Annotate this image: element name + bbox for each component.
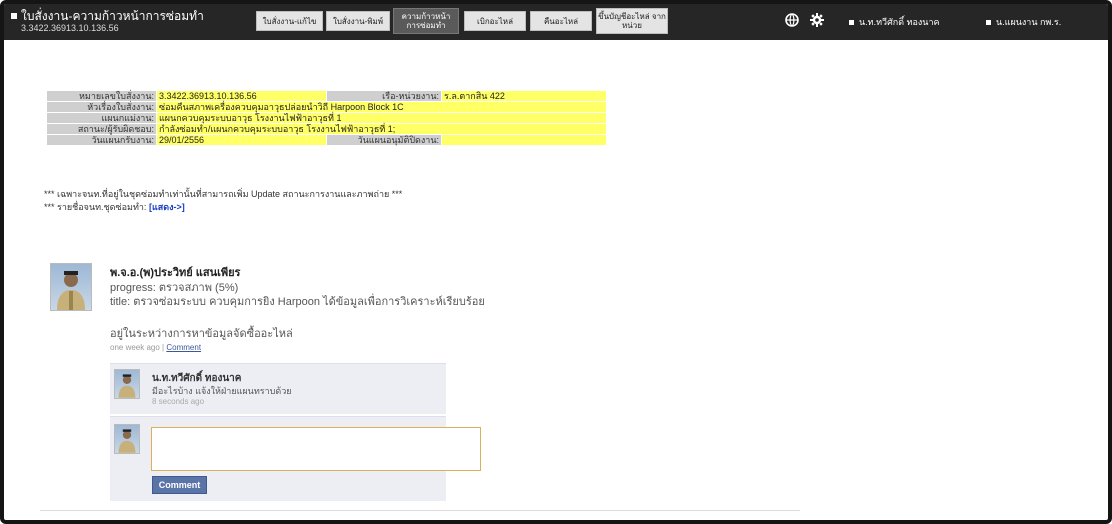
post-meta: one week ago | Comment — [110, 343, 201, 352]
post-status-text: อยู่ในระหว่างการหาข้อมูลจัดซื้ออะไหล่ — [110, 328, 293, 340]
order-subject-value: ซ่อมคืนสภาพเครื่องควบคุมอาวุธปล่อยนำวิถี… — [156, 101, 607, 113]
order-number-label: หมายเลขใบสั่งงาน: — [46, 90, 157, 102]
comment-timestamp: 8 seconds ago — [152, 397, 205, 406]
team-members-label: *** รายชื่อจนท.ชุดซ่อมทำ: — [44, 202, 147, 212]
table-row: หัวเรื่องใบสั่งงาน: ซ่อมคืนสภาพเครื่องคว… — [46, 101, 607, 113]
department-bullet-icon — [986, 19, 991, 25]
gear-icon[interactable] — [809, 12, 825, 28]
top-bar: ใบสั่งงาน-ความก้าวหน้าการซ่อมทำ 3.3422.3… — [4, 4, 1108, 40]
browser-frame: ใบสั่งงาน-ความก้าวหน้าการซ่อมทำ 3.3422.3… — [0, 0, 1112, 524]
order-number-value: 3.3422.36913.10.136.56 — [156, 90, 327, 102]
table-row: วันแผนกรับงาน: 29/01/2556 วันแผนอนุมัติป… — [46, 134, 607, 146]
officer-avatar-icon — [57, 271, 85, 310]
nav-order-print-button[interactable]: ใบสั่งงาน-พิมพ์ — [326, 11, 390, 31]
avatar — [114, 424, 140, 454]
vessel-label: เรือ-หน่วยงาน: — [326, 90, 442, 102]
comment-submit-button[interactable]: Comment — [152, 476, 207, 494]
table-row: สถานะ/ผู้รับผิดชอบ: กำลังซ่อมทำ/แผนกควบค… — [46, 123, 607, 135]
department-menu-link[interactable]: น.แผนงาน กพ.ร. — [986, 15, 1061, 29]
nav-order-edit-button[interactable]: ใบสั่งงาน-แก้ไข — [256, 11, 323, 31]
title-bullet-icon — [11, 13, 17, 19]
globe-icon[interactable] — [784, 12, 800, 28]
user-name: น.ท.ทวีศักดิ์ ทองนาค — [859, 17, 940, 27]
nav-withdraw-parts-button[interactable]: เบิกอะไหล่ — [464, 11, 526, 31]
post-title: title: ตรวจซ่อมระบบ ควบคุมการยิง Harpoon… — [110, 296, 485, 308]
user-bullet-icon — [849, 19, 854, 25]
user-menu-link[interactable]: น.ท.ทวีศักดิ์ ทองนาค — [849, 15, 940, 29]
officer-avatar-icon — [118, 429, 136, 453]
avatar[interactable] — [114, 369, 140, 399]
department-name: น.แผนงาน กพ.ร. — [996, 17, 1062, 27]
received-date-value: 29/01/2556 — [156, 134, 327, 146]
owner-division-value: แผนกควบคุมระบบอาวุธ โรงงานไฟฟ้าอาวุธที่ … — [156, 112, 607, 124]
order-subject-label: หัวเรื่องใบสั่งงาน: — [46, 101, 157, 113]
status-label: สถานะ/ผู้รับผิดชอบ: — [46, 123, 157, 135]
vessel-value: ร.ล.ตากสิน 422 — [441, 90, 607, 102]
comment-text: มีอะไรบ้าง แจ้งให้ฝ่ายแผนทราบด้วย — [152, 386, 292, 396]
permission-note: *** เฉพาะจนท.ที่อยู่ในชุดซ่อมทำเท่านั้นท… — [44, 189, 403, 199]
divider — [40, 510, 800, 511]
close-date-label: วันแผนอนุมัติปิดงาน: — [326, 134, 442, 146]
close-date-value — [441, 134, 607, 146]
table-row: หมายเลขใบสั่งงาน: 3.3422.36913.10.136.56… — [46, 90, 607, 102]
nav-return-parts-button[interactable]: คืนอะไหล่ — [530, 11, 592, 31]
post-timestamp: one week ago — [110, 343, 160, 352]
owner-division-label: แผนกแม่งาน: — [46, 112, 157, 124]
received-date-label: วันแผนกรับงาน: — [46, 134, 157, 146]
nav-register-parts-button[interactable]: ขึ้นบัญชีอะไหล่ จากหน่วย — [596, 8, 668, 34]
status-value: กำลังซ่อมทำ/แผนกควบคุมระบบอาวุธ โรงงานไฟ… — [156, 123, 607, 135]
comment-link[interactable]: Comment — [166, 343, 201, 352]
page-subtitle: 3.3422.36913.10.136.56 — [21, 23, 119, 33]
work-order-info-table: หมายเลขใบสั่งงาน: 3.3422.36913.10.136.56… — [46, 90, 607, 146]
nav-progress-button[interactable]: ความก้าวหน้า การซ่อมทำ — [393, 8, 459, 34]
table-row: แผนกแม่งาน: แผนกควบคุมระบบอาวุธ โรงงานไฟ… — [46, 112, 607, 124]
comment-input[interactable] — [151, 427, 481, 471]
officer-avatar-icon — [118, 374, 136, 398]
avatar[interactable] — [50, 263, 92, 311]
show-team-members-link[interactable]: [แสดง->] — [149, 202, 185, 212]
team-members-note: *** รายชื่อจนท.ชุดซ่อมทำ: [แสดง->] — [44, 200, 185, 214]
